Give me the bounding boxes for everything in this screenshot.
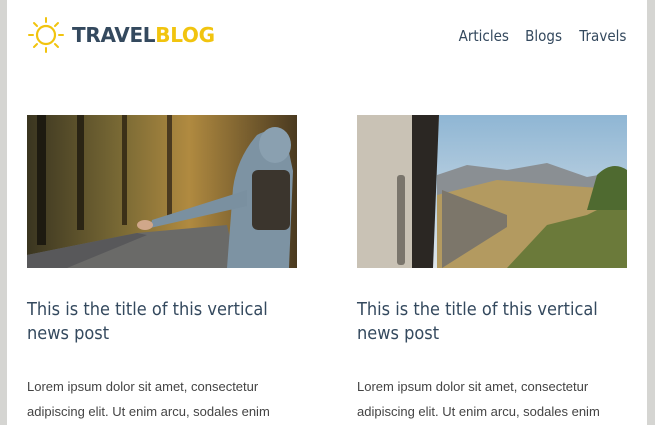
post-image-train[interactable] [357, 115, 627, 268]
nav-travels[interactable]: Travels [579, 27, 626, 45]
page: TRAVELBLOG Articles Blogs Travels This i… [7, 0, 647, 425]
post-card: This is the title of this vertical news … [27, 115, 297, 424]
nav-articles[interactable]: Articles [458, 27, 508, 45]
sun-icon [28, 17, 64, 53]
site-logo[interactable]: TRAVELBLOG [27, 16, 215, 54]
logo-text-blog: BLOG [155, 23, 215, 47]
post-title[interactable]: This is the title of this vertical news … [357, 298, 627, 346]
post-excerpt: Lorem ipsum dolor sit amet, consectetur … [27, 379, 270, 419]
main-nav: Articles Blogs Travels [441, 27, 626, 45]
logo-text: TRAVELBLOG [72, 23, 215, 47]
logo-text-travel: TRAVEL [72, 23, 156, 47]
post-image-hitchhiker[interactable] [27, 115, 297, 268]
post-excerpt: Lorem ipsum dolor sit amet, consectetur … [357, 379, 600, 419]
post-card: This is the title of this vertical news … [357, 115, 627, 424]
post-title[interactable]: This is the title of this vertical news … [27, 298, 297, 346]
nav-blogs[interactable]: Blogs [525, 27, 562, 45]
site-header: TRAVELBLOG Articles Blogs Travels [7, 0, 647, 75]
